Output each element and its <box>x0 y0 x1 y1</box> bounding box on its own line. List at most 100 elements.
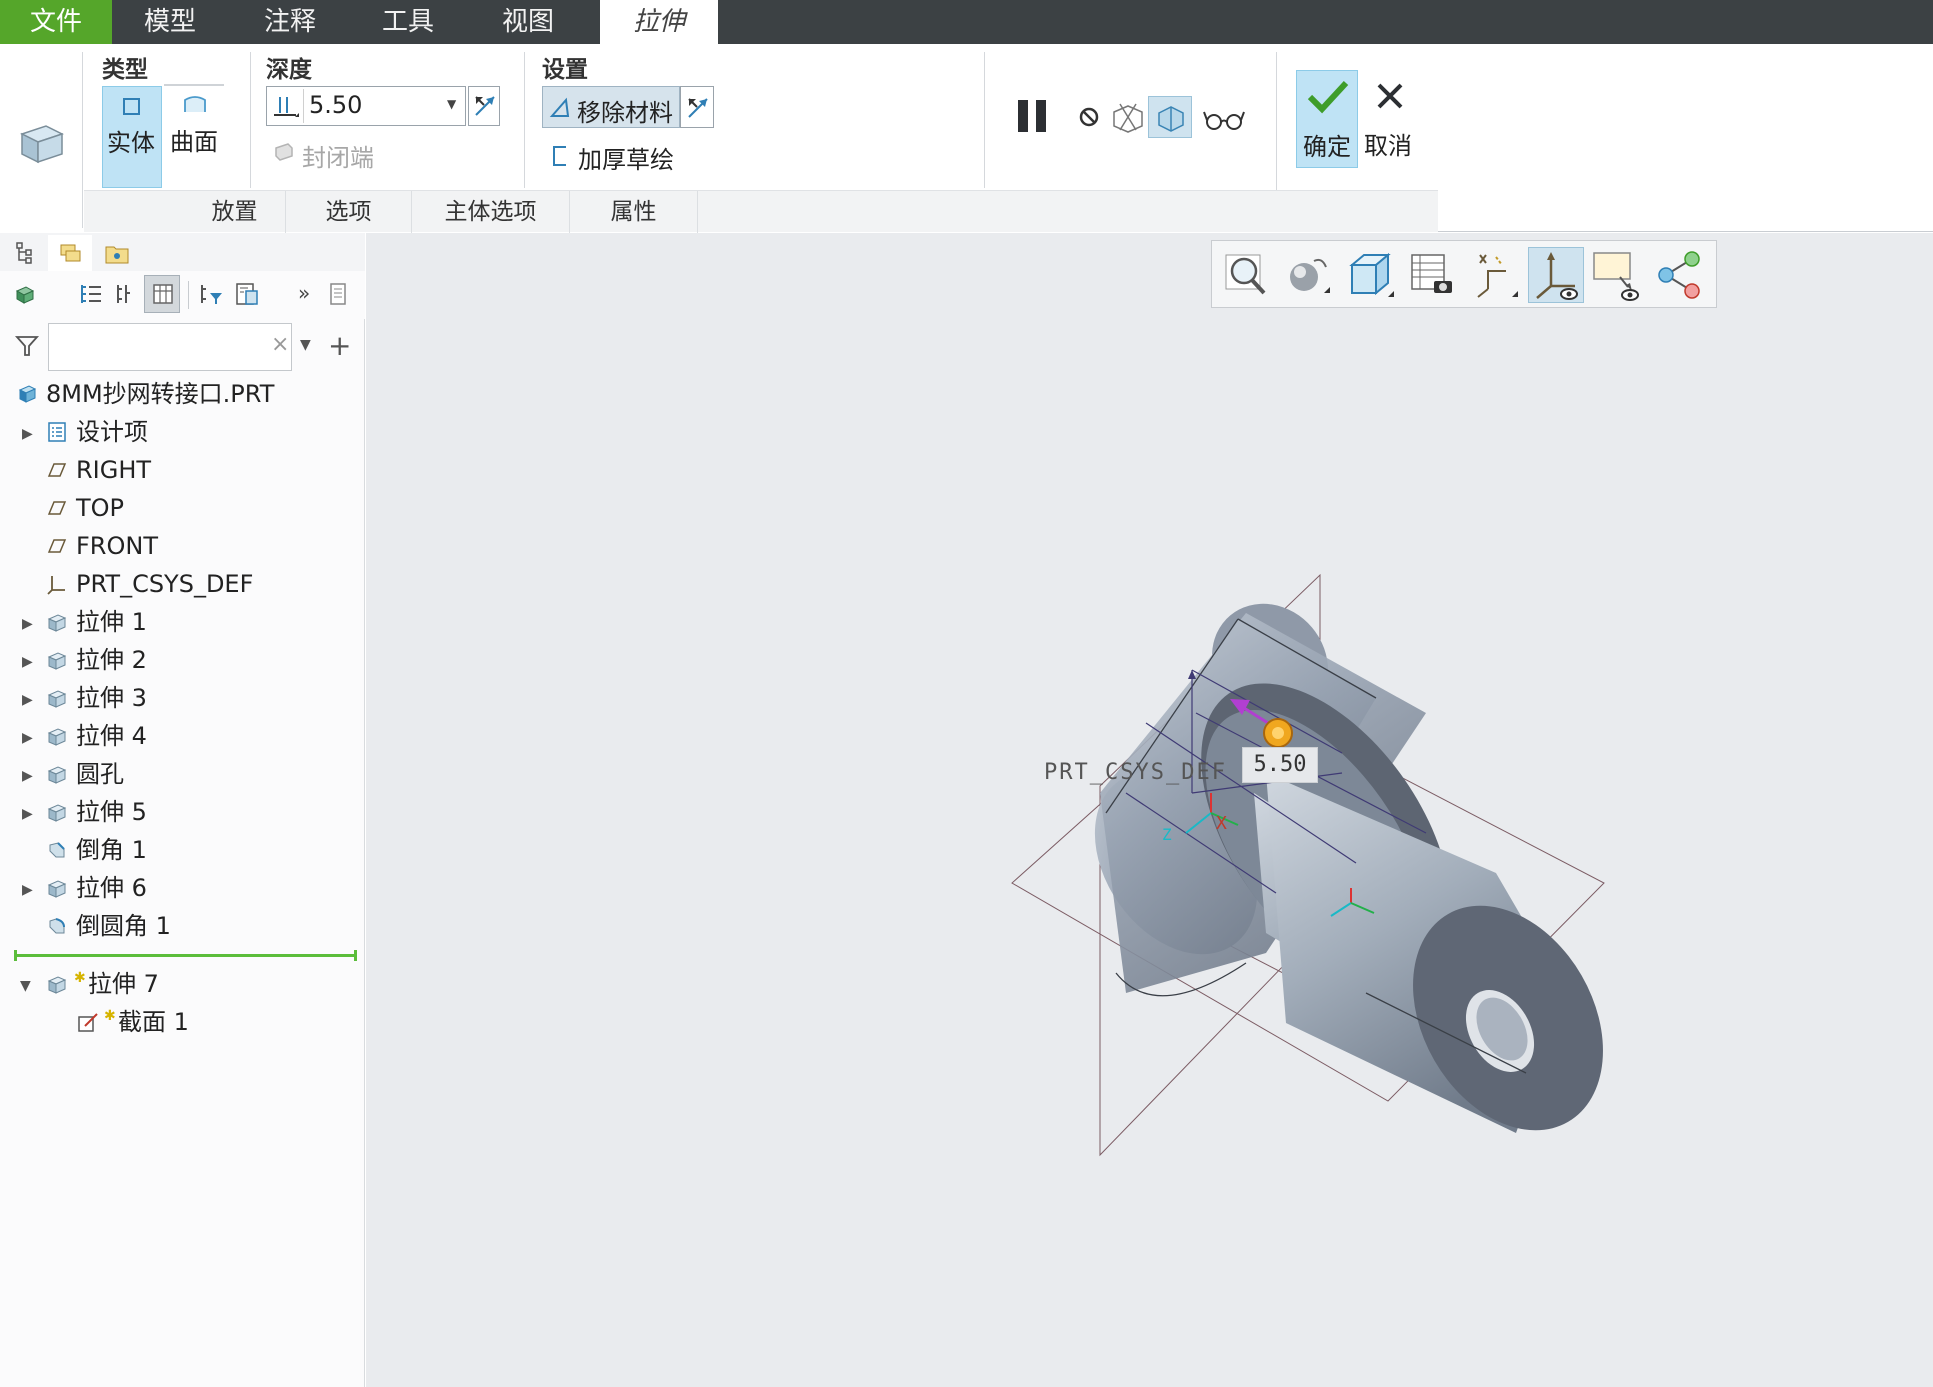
flip-material-side-button[interactable] <box>680 86 714 128</box>
zoom-button[interactable] <box>1218 247 1274 303</box>
cap-ends-label[interactable]: 封闭端 <box>302 138 374 173</box>
tab-options[interactable]: 选项 <box>286 191 412 233</box>
collapse-arrow-icon[interactable]: ▼ <box>20 978 31 994</box>
show-details-icon[interactable] <box>328 281 350 307</box>
view-manager-button[interactable] <box>1404 247 1460 303</box>
solid-icon <box>123 98 140 115</box>
model-3d-view[interactable] <box>366 233 1933 1387</box>
flip-direction-icon <box>475 96 495 116</box>
remove-material-icon <box>549 97 570 117</box>
tree-label: 拉伸 1 <box>76 608 147 636</box>
surface-label: 曲面 <box>170 128 218 156</box>
ribbon: 类型 实体 曲面 深度 5.50 ▼ 封闭端 设置 移除材料 加厚草绘 确定 取… <box>0 44 1933 233</box>
flip-direction-icon <box>688 98 708 118</box>
view-toolbar <box>1211 240 1717 308</box>
thicken-sketch-label[interactable]: 加厚草绘 <box>578 140 674 175</box>
spin-center-icon <box>1658 251 1700 299</box>
tree-filter-table-button[interactable] <box>144 275 180 313</box>
add-filter-icon[interactable]: + <box>328 329 351 362</box>
favorites-tab-icon[interactable] <box>104 241 130 265</box>
folder-browser-tab[interactable] <box>48 235 92 271</box>
surface-icon <box>184 96 206 112</box>
solid-button[interactable]: 实体 <box>102 86 162 188</box>
tree-filter-icon[interactable] <box>198 281 224 307</box>
tab-properties[interactable]: 属性 <box>570 191 698 233</box>
menu-view[interactable]: 视图 <box>476 0 580 44</box>
depth-dimension-label[interactable]: 5.50 <box>1242 747 1318 783</box>
remove-material-button[interactable]: 移除材料 <box>542 86 680 128</box>
new-feature-star-icon: ✱ <box>74 970 86 986</box>
tree-label: 设计项 <box>76 418 148 446</box>
view-manager-icon <box>1411 254 1452 293</box>
flip-depth-direction-button[interactable] <box>468 86 500 126</box>
expand-arrow-icon[interactable]: ▶ <box>22 730 33 746</box>
axis-z-label: Z <box>1162 825 1172 844</box>
expand-arrow-icon[interactable]: ▶ <box>22 654 33 670</box>
search-options-chevron-icon[interactable]: ▼ <box>300 337 311 353</box>
extrude-dashboard: 类型 实体 曲面 深度 5.50 ▼ 封闭端 设置 移除材料 加厚草绘 确定 取… <box>0 44 1438 233</box>
settings-group-title: 设置 <box>542 57 588 83</box>
depth-blind-icon <box>274 97 299 117</box>
tab-placement[interactable]: 放置 <box>184 191 286 233</box>
filter-icon[interactable] <box>14 333 40 359</box>
glasses-icon[interactable] <box>1202 104 1246 134</box>
verify-preview-button[interactable] <box>1148 96 1192 138</box>
surface-button[interactable]: 曲面 <box>166 86 226 188</box>
tree-search-input[interactable]: × <box>48 323 292 371</box>
more-tools-icon[interactable]: » <box>298 281 310 305</box>
annotation-display-icon <box>1593 252 1639 301</box>
datum-display-filters-button[interactable] <box>1466 247 1522 303</box>
ok-button[interactable]: 确定 <box>1296 70 1358 168</box>
check-icon <box>1307 80 1349 114</box>
model-display-icon[interactable] <box>14 283 36 305</box>
expand-arrow-icon[interactable]: ▶ <box>22 806 33 822</box>
extrude-feature-icon <box>20 125 64 164</box>
tree-toolbar: » <box>0 271 365 319</box>
expand-arrow-icon[interactable]: ▶ <box>22 426 33 442</box>
chevron-down-icon[interactable]: ▼ <box>447 97 456 111</box>
insert-here-marker[interactable] <box>16 954 356 957</box>
saved-orientations-button[interactable] <box>1342 247 1398 303</box>
tree-root-part[interactable]: 8MM抄网转接口.PRT <box>46 376 274 412</box>
tree-label: 拉伸 3 <box>76 684 147 712</box>
extrude-icon <box>47 880 67 898</box>
extrude-icon <box>47 804 67 822</box>
type-group-title: 类型 <box>102 57 148 83</box>
ok-label: 确定 <box>1303 133 1351 161</box>
cancel-button[interactable]: 取消 <box>1360 70 1422 168</box>
display-style-button[interactable] <box>1280 247 1336 303</box>
feature-preview-icon[interactable] <box>1110 100 1146 134</box>
expand-arrow-icon[interactable]: ▶ <box>22 692 33 708</box>
menu-extrude[interactable]: 拉伸 <box>600 0 718 44</box>
no-preview-icon[interactable] <box>1076 104 1102 130</box>
table-icon <box>153 284 173 304</box>
tree-settings-icon[interactable] <box>234 281 260 307</box>
graphics-viewport[interactable]: PRT_CSYS_DEF 5.50 X Z <box>366 233 1933 1387</box>
tab-body-options[interactable]: 主体选项 <box>412 191 570 233</box>
expand-arrow-icon[interactable]: ▶ <box>22 616 33 632</box>
axis-x-label: X <box>1216 813 1227 834</box>
datum-plane-icon <box>47 463 67 477</box>
expand-arrow-icon[interactable]: ▶ <box>22 768 33 784</box>
tree-columns-icon[interactable] <box>114 281 134 307</box>
model-tree-tab-icon[interactable] <box>14 241 36 265</box>
expand-arrow-icon[interactable]: ▶ <box>22 882 33 898</box>
layers-tab-icon <box>60 244 81 262</box>
menu-model[interactable]: 模型 <box>118 0 222 44</box>
menu-annotate[interactable]: 注释 <box>238 0 342 44</box>
csys-display-toggle[interactable] <box>1528 247 1584 303</box>
menu-file[interactable]: 文件 <box>0 0 112 44</box>
datum-plane-icon <box>47 539 67 553</box>
design-items-icon <box>48 422 66 442</box>
menu-tools[interactable]: 工具 <box>356 0 460 44</box>
tree-list-icon[interactable] <box>78 281 104 307</box>
spin-center-button[interactable] <box>1652 247 1708 303</box>
menu-bar: 文件 模型 注释 工具 视图 拉伸 <box>0 0 1933 44</box>
depth-input[interactable]: 5.50 ▼ <box>266 86 466 126</box>
clear-search-icon[interactable]: × <box>271 332 289 357</box>
annotation-display-toggle[interactable] <box>1590 247 1646 303</box>
pause-icon[interactable] <box>1014 96 1054 136</box>
tree-label: 拉伸 5 <box>76 798 147 826</box>
cancel-label: 取消 <box>1364 132 1412 160</box>
shading-sphere-icon <box>1290 258 1330 293</box>
